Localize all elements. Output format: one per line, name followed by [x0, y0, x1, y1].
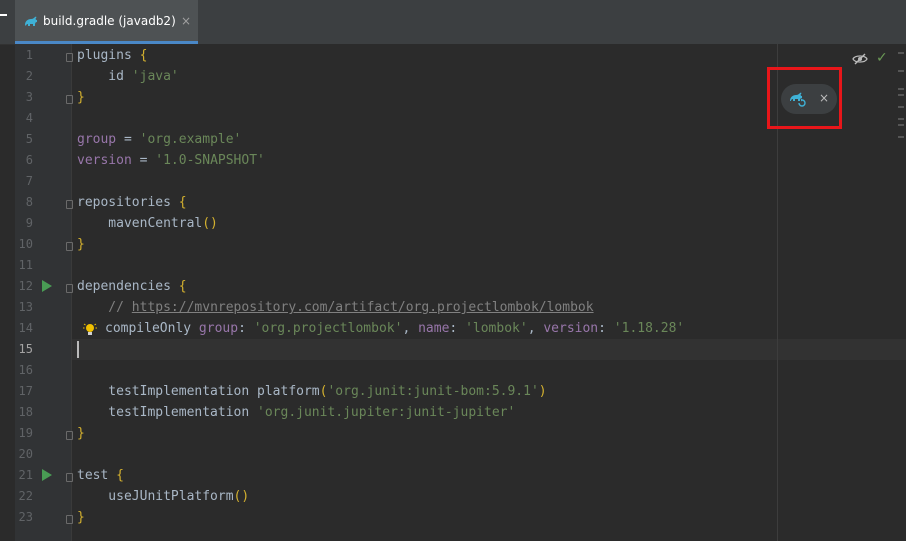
code-line: dependencies { — [77, 279, 187, 294]
current-line-highlight — [72, 339, 906, 360]
code-line: version = '1.0-SNAPSHOT' — [77, 153, 265, 168]
line-number: 14 — [18, 321, 33, 335]
code-line: mavenCentral() — [77, 216, 218, 231]
text-caret — [77, 341, 79, 358]
tab-title: build.gradle (javadb2) — [43, 14, 176, 28]
fold-toggle-icon[interactable] — [66, 53, 73, 62]
editor-tab-bar: build.gradle (javadb2) × — [0, 0, 906, 45]
tab-close-icon[interactable]: × — [181, 14, 191, 28]
fold-toggle-icon[interactable] — [66, 473, 73, 482]
code-line: // https://mvnrepository.com/artifact/or… — [77, 300, 594, 315]
line-number: 1 — [25, 48, 33, 62]
fold-toggle-icon[interactable] — [66, 242, 73, 251]
line-number: 19 — [18, 426, 33, 440]
error-stripe[interactable] — [896, 44, 906, 184]
line-number: 23 — [18, 510, 33, 524]
code-line: test { — [77, 468, 124, 483]
line-number: 4 — [25, 111, 33, 125]
fold-toggle-icon[interactable] — [66, 284, 73, 293]
line-number: 11 — [18, 258, 33, 272]
code-line: group = 'org.example' — [77, 132, 242, 147]
tab-build-gradle[interactable]: build.gradle (javadb2) × — [15, 0, 198, 44]
code-line: testImplementation 'org.junit.jupiter:ju… — [77, 405, 516, 420]
line-number: 22 — [18, 489, 33, 503]
line-number: 20 — [18, 447, 33, 461]
code-line: useJUnitPlatform() — [77, 489, 250, 504]
line-number: 8 — [25, 195, 33, 209]
lightbulb-icon[interactable] — [83, 322, 97, 338]
code-line: testImplementation platform('org.junit:j… — [77, 384, 547, 399]
run-play-icon[interactable] — [42, 280, 52, 292]
comment-url-link[interactable]: https://mvnrepository.com/artifact/org.p… — [132, 300, 594, 315]
gradle-elephant-icon — [25, 16, 37, 26]
code-line: compileOnly group: 'org.projectlombok', … — [105, 321, 685, 336]
tab-bar-left-marker — [0, 14, 7, 16]
gradle-reload-popup[interactable]: × — [781, 84, 837, 114]
run-play-icon[interactable] — [42, 469, 52, 481]
line-number: 3 — [25, 90, 33, 104]
line-number: 10 — [18, 237, 33, 251]
fold-toggle-icon[interactable] — [66, 515, 73, 524]
inspection-ok-icon[interactable]: ✓ — [876, 50, 888, 66]
line-number: 21 — [18, 468, 33, 482]
code-line: id 'java' — [77, 69, 179, 84]
line-number: 6 — [25, 153, 33, 167]
line-number: 16 — [18, 363, 33, 377]
close-icon[interactable]: × — [819, 91, 829, 105]
line-number: 13 — [18, 300, 33, 314]
fold-toggle-icon[interactable] — [66, 431, 73, 440]
line-number-current: 15 — [18, 342, 33, 356]
code-line: } — [77, 426, 85, 441]
code-line: repositories { — [77, 195, 187, 210]
code-line: } — [77, 237, 85, 252]
line-number: 7 — [25, 174, 33, 188]
line-number: 18 — [18, 405, 33, 419]
line-number: 12 — [18, 279, 33, 293]
line-number: 5 — [25, 132, 33, 146]
code-line: plugins { — [77, 48, 148, 63]
fold-toggle-icon[interactable] — [66, 95, 73, 104]
line-number: 17 — [18, 384, 33, 398]
code-line: } — [77, 510, 85, 525]
code-line: } — [77, 90, 85, 105]
eye-hidden-icon[interactable] — [852, 51, 868, 67]
fold-toggle-icon[interactable] — [66, 200, 73, 209]
line-number: 9 — [25, 216, 33, 230]
gradle-reload-icon[interactable] — [789, 90, 807, 108]
line-number: 2 — [25, 69, 33, 83]
